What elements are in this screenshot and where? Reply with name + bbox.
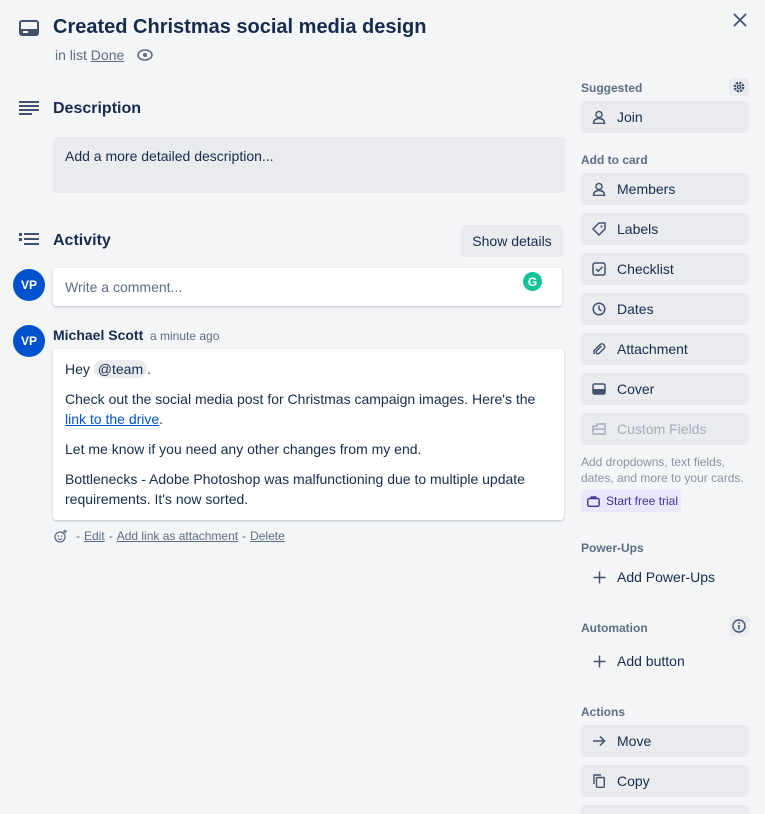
comment-time[interactable]: a minute ago bbox=[150, 329, 219, 343]
sep-3: - bbox=[242, 529, 247, 543]
copy-label: Copy bbox=[617, 773, 650, 789]
move-button[interactable]: Move bbox=[581, 725, 749, 757]
person-icon bbox=[591, 110, 607, 124]
comment-body: Hey @team. Check out the social media po… bbox=[53, 349, 564, 520]
plus-icon bbox=[591, 571, 607, 584]
join-label: Join bbox=[617, 109, 643, 125]
custom-fields-button[interactable]: Custom Fields bbox=[581, 413, 749, 445]
add-powerups-button[interactable]: Add Power-Ups bbox=[581, 561, 749, 593]
cover-label: Cover bbox=[617, 381, 655, 397]
add-button-button[interactable]: Add button bbox=[581, 645, 749, 677]
copy-button[interactable]: Copy bbox=[581, 765, 749, 797]
start-trial-label: Start free trial bbox=[606, 494, 679, 508]
activity-icon bbox=[19, 233, 39, 248]
labels-label: Labels bbox=[617, 221, 659, 237]
grammarly-icon[interactable]: G bbox=[523, 272, 542, 291]
checklist-button[interactable]: Checklist bbox=[581, 253, 749, 285]
para2-text: Check out the social media post for Chri… bbox=[65, 391, 536, 407]
checklist-label: Checklist bbox=[617, 261, 674, 277]
sep-1: - bbox=[76, 529, 80, 543]
members-button[interactable]: Members bbox=[581, 173, 749, 205]
start-trial-button[interactable]: Start free trial bbox=[581, 490, 681, 512]
greeting-text: Hey bbox=[65, 361, 90, 377]
description-heading: Description bbox=[53, 100, 142, 117]
member-icon bbox=[591, 182, 607, 196]
attachment-button[interactable]: Attachment bbox=[581, 333, 749, 365]
checklist-icon bbox=[591, 262, 607, 276]
cover-icon bbox=[591, 383, 607, 395]
drive-link[interactable]: link to the drive bbox=[65, 411, 159, 427]
show-details-button[interactable]: Show details bbox=[461, 225, 563, 257]
move-label: Move bbox=[617, 733, 652, 749]
briefcase-icon bbox=[587, 495, 600, 507]
comment-input[interactable]: Write a comment... bbox=[53, 268, 562, 306]
comment-para-2: Check out the social media post for Chri… bbox=[65, 389, 552, 429]
edit-comment-link[interactable]: Edit bbox=[84, 529, 105, 543]
dates-label: Dates bbox=[617, 301, 654, 317]
join-button[interactable]: Join bbox=[581, 101, 749, 133]
description-icon bbox=[19, 101, 39, 115]
paperclip-icon bbox=[591, 342, 607, 356]
label-icon bbox=[591, 222, 607, 236]
delete-comment-link[interactable]: Delete bbox=[250, 529, 285, 543]
mention-badge[interactable]: @team bbox=[93, 360, 148, 378]
info-icon[interactable] bbox=[729, 616, 749, 636]
plus-icon bbox=[591, 655, 607, 668]
comment-para-4: Bottlenecks - Adobe Photoshop was malfun… bbox=[65, 471, 525, 507]
greeting-end: . bbox=[147, 361, 152, 377]
add-button-label: Add button bbox=[617, 653, 685, 669]
attachment-label: Attachment bbox=[617, 341, 688, 357]
list-prefix: in list bbox=[55, 47, 87, 63]
powerups-heading: Power-Ups bbox=[581, 541, 644, 555]
add-powerups-label: Add Power-Ups bbox=[617, 569, 716, 585]
description-field[interactable]: Add a more detailed description... bbox=[53, 137, 565, 193]
custom-fields-label: Custom Fields bbox=[617, 421, 707, 437]
comment-para-3: Let me know if you need any other change… bbox=[65, 441, 422, 457]
comment-para-1: Hey @team. bbox=[65, 359, 552, 379]
sep-2: - bbox=[108, 529, 113, 543]
members-label: Members bbox=[617, 181, 676, 197]
eye-icon[interactable] bbox=[137, 49, 153, 61]
arrow-right-icon bbox=[591, 735, 607, 747]
gear-icon[interactable] bbox=[729, 78, 749, 96]
custom-fields-hint: Add dropdowns, text fields, dates, and m… bbox=[581, 455, 744, 485]
comment-actions: - Edit - Add link as attachment - Delete bbox=[54, 529, 285, 543]
close-icon[interactable] bbox=[733, 13, 747, 27]
para2-end: . bbox=[159, 411, 164, 427]
copy-icon bbox=[591, 774, 607, 788]
add-link-attachment-link[interactable]: Add link as attachment bbox=[117, 529, 238, 543]
actions-heading: Actions bbox=[581, 705, 626, 719]
list-link[interactable]: Done bbox=[91, 47, 124, 63]
card-icon bbox=[19, 20, 39, 36]
card-title[interactable]: Created Christmas social media design bbox=[53, 16, 426, 39]
emoji-reaction-icon[interactable] bbox=[54, 529, 68, 543]
custom-fields-icon bbox=[591, 423, 607, 435]
card-list-info: in list Done bbox=[55, 47, 124, 63]
suggested-heading: Suggested bbox=[581, 81, 643, 95]
current-user-avatar[interactable]: VP bbox=[13, 269, 45, 301]
next-action-button[interactable] bbox=[581, 805, 749, 814]
cover-button[interactable]: Cover bbox=[581, 373, 749, 405]
dates-button[interactable]: Dates bbox=[581, 293, 749, 325]
automation-heading: Automation bbox=[581, 621, 648, 635]
comment-author[interactable]: Michael Scott bbox=[53, 327, 143, 343]
add-to-card-heading: Add to card bbox=[581, 153, 648, 167]
clock-icon bbox=[591, 302, 607, 316]
activity-heading: Activity bbox=[53, 232, 111, 249]
labels-button[interactable]: Labels bbox=[581, 213, 749, 245]
comment-author-avatar[interactable]: VP bbox=[13, 325, 45, 357]
